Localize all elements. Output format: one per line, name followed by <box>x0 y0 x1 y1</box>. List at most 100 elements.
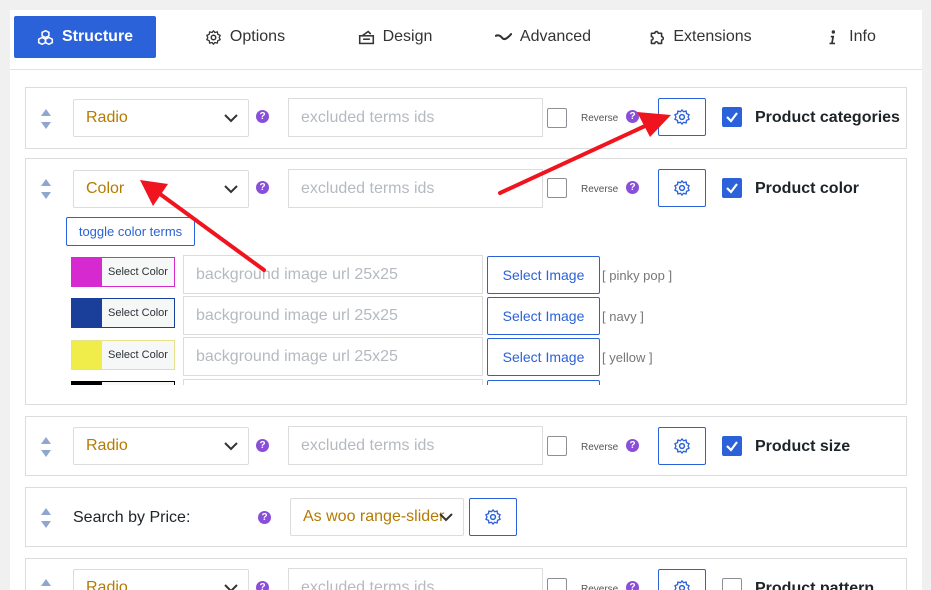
gear-icon <box>206 29 221 45</box>
puzzle-icon <box>650 30 665 44</box>
tab-label: Advanced <box>519 28 592 45</box>
filter-type-select[interactable]: Radio <box>73 569 249 590</box>
toggle-color-terms-button[interactable]: toggle color terms <box>66 217 195 246</box>
gear-icon <box>674 180 690 196</box>
checkmark-icon <box>726 441 738 452</box>
help-icon[interactable]: ? <box>256 181 269 194</box>
reverse-label: Reverse <box>581 113 619 124</box>
term-name: [ pinky pop ] <box>602 268 673 283</box>
select-image-button[interactable]: Select Image <box>487 297 600 335</box>
sort-handle-icon[interactable] <box>40 178 52 200</box>
sort-handle-icon[interactable] <box>40 108 52 130</box>
select-color-label: Select Color <box>102 258 174 286</box>
help-icon[interactable]: ? <box>256 581 269 590</box>
chevron-down-icon <box>224 185 238 194</box>
color-picker[interactable]: Select Color <box>71 257 175 287</box>
filter-settings-button[interactable] <box>658 98 706 136</box>
filter-settings-button[interactable] <box>658 427 706 465</box>
filter-row-price: Search by Price: ? As woo range-slider <box>25 487 907 547</box>
color-swatch[interactable] <box>72 382 102 385</box>
sort-handle-icon[interactable] <box>40 436 52 458</box>
chevron-down-icon <box>224 114 238 123</box>
tab-extensions[interactable]: Extensions <box>640 16 760 58</box>
select-color-label: Select Color <box>102 341 174 369</box>
reverse-checkbox[interactable] <box>547 436 567 456</box>
design-icon <box>358 30 374 44</box>
tab-label: Structure <box>61 28 134 45</box>
filter-row-categories: Radio ? excluded terms ids Reverse ? Pro… <box>25 87 907 149</box>
gear-icon <box>485 509 501 525</box>
background-image-url-input[interactable]: background image url 25x25 <box>183 379 483 385</box>
reverse-label: Reverse <box>581 442 619 453</box>
select-image-button[interactable]: Select Image <box>487 256 600 294</box>
filter-type-select[interactable]: Color <box>73 170 249 208</box>
background-image-url-input[interactable]: background image url 25x25 <box>183 337 483 376</box>
help-icon[interactable]: ? <box>256 110 269 123</box>
help-icon[interactable]: ? <box>626 181 639 194</box>
select-value: Radio <box>86 579 128 590</box>
info-icon <box>829 29 836 44</box>
checkmark-icon <box>726 183 738 194</box>
color-terms-list[interactable]: Select Color background image url 25x25 … <box>26 255 906 385</box>
tab-label: Options <box>229 28 286 45</box>
tab-design[interactable]: Design <box>340 16 450 58</box>
excluded-terms-input[interactable]: excluded terms ids <box>288 568 543 590</box>
enable-checkbox[interactable] <box>722 178 742 198</box>
color-picker[interactable]: Select Color <box>71 298 175 328</box>
filter-type-select[interactable]: Radio <box>73 99 249 137</box>
select-value: Radio <box>86 437 128 454</box>
enable-checkbox[interactable] <box>722 436 742 456</box>
filter-type-select[interactable]: Radio <box>73 427 249 465</box>
help-icon[interactable]: ? <box>626 439 639 452</box>
select-image-button[interactable]: Select Image <box>487 380 600 385</box>
gear-icon <box>674 438 690 454</box>
tab-structure[interactable]: Structure <box>14 16 156 58</box>
select-value: Color <box>86 180 125 197</box>
tab-label: Info <box>849 28 876 45</box>
select-image-button[interactable]: Select Image <box>487 338 600 376</box>
help-icon[interactable]: ? <box>626 581 639 590</box>
filter-settings-button[interactable] <box>658 569 706 590</box>
reverse-checkbox[interactable] <box>547 108 567 128</box>
color-swatch[interactable] <box>72 258 102 286</box>
price-filter-label: Search by Price: <box>73 509 191 526</box>
price-type-select[interactable]: As woo range-slider <box>290 498 464 536</box>
color-swatch[interactable] <box>72 341 102 369</box>
select-color-label: Select Color <box>102 382 174 385</box>
help-icon[interactable]: ? <box>626 110 639 123</box>
sort-handle-icon[interactable] <box>40 578 52 590</box>
settings-panel: Structure Options Design Advanced Extens… <box>10 10 922 590</box>
tab-info[interactable]: Info <box>810 16 890 58</box>
background-image-url-input[interactable]: background image url 25x25 <box>183 255 483 294</box>
select-value: As woo range-slider <box>303 508 445 525</box>
tab-label: Extensions <box>673 28 752 45</box>
reverse-checkbox[interactable] <box>547 178 567 198</box>
enable-checkbox[interactable] <box>722 107 742 127</box>
filter-name: Product color <box>755 180 860 197</box>
color-swatch[interactable] <box>72 299 102 327</box>
color-picker[interactable]: Select Color <box>71 340 175 370</box>
tab-label: Design <box>382 28 433 45</box>
help-icon[interactable]: ? <box>256 439 269 452</box>
price-settings-button[interactable] <box>469 498 517 536</box>
filter-settings-button[interactable] <box>658 169 706 207</box>
excluded-terms-input[interactable]: excluded terms ids <box>288 98 543 137</box>
excluded-terms-input[interactable]: excluded terms ids <box>288 426 543 465</box>
term-name: [ navy ] <box>602 309 644 324</box>
chevron-down-icon <box>439 513 453 522</box>
excluded-terms-input[interactable]: excluded terms ids <box>288 169 543 208</box>
chevron-down-icon <box>224 584 238 590</box>
sort-handle-icon[interactable] <box>40 507 52 529</box>
filter-row-color: Color ? excluded terms ids Reverse ? Pro… <box>25 158 907 405</box>
select-color-label: Select Color <box>102 299 174 327</box>
checkmark-icon <box>726 112 738 123</box>
help-icon[interactable]: ? <box>258 511 271 524</box>
reverse-label: Reverse <box>581 584 619 590</box>
tab-advanced[interactable]: Advanced <box>488 16 598 58</box>
chevron-down-icon <box>224 442 238 451</box>
tab-options[interactable]: Options <box>190 16 300 58</box>
enable-checkbox[interactable] <box>722 578 742 590</box>
color-picker[interactable]: Select Color <box>71 381 175 385</box>
background-image-url-input[interactable]: background image url 25x25 <box>183 296 483 335</box>
reverse-checkbox[interactable] <box>547 578 567 590</box>
